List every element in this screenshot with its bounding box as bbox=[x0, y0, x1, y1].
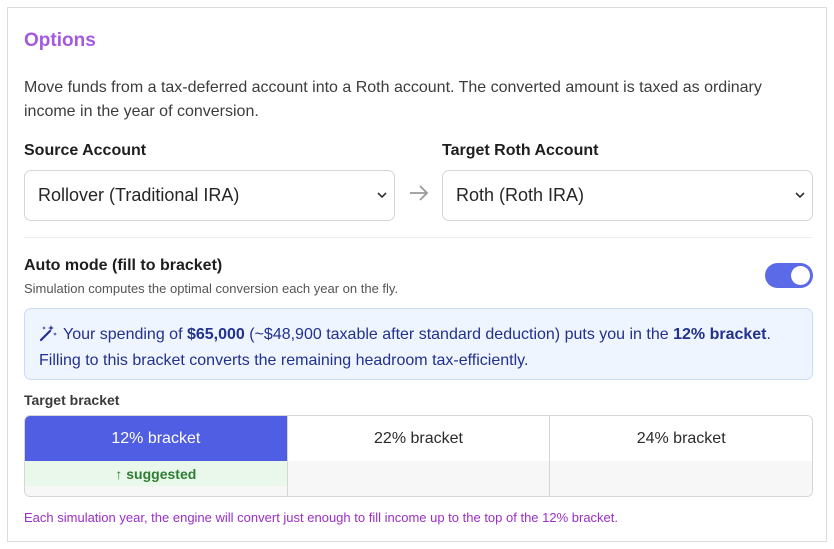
source-account-value: Rollover (Traditional IRA) bbox=[38, 185, 240, 205]
target-account-label: Target Roth Account bbox=[442, 142, 599, 159]
source-account-select[interactable]: Rollover (Traditional IRA) bbox=[24, 170, 395, 221]
chevron-down-icon bbox=[377, 192, 387, 199]
info-bracket: 12% bracket bbox=[673, 326, 767, 343]
target-bracket-label: Target bracket bbox=[24, 392, 120, 408]
bracket-info-box: Your spending of $65,000 (~$48,900 taxab… bbox=[24, 308, 813, 380]
bracket-option-label: 12% bracket bbox=[25, 416, 287, 461]
bracket-option-note bbox=[288, 461, 550, 486]
info-spending: $65,000 bbox=[186, 326, 245, 343]
target-account-select[interactable]: Roth (Roth IRA) bbox=[442, 170, 813, 221]
toggle-knob bbox=[791, 266, 810, 285]
info-prefix: Your spending of bbox=[63, 326, 187, 343]
info-middle: (~$48,900 taxable after standard deducti… bbox=[244, 326, 674, 343]
bracket-option-label: 24% bracket bbox=[550, 416, 812, 461]
magic-wand-icon bbox=[39, 325, 57, 342]
auto-mode-subtitle: Simulation computes the optimal conversi… bbox=[24, 281, 399, 296]
auto-mode-toggle[interactable] bbox=[765, 263, 813, 288]
arrow-right-icon bbox=[410, 185, 429, 201]
panel-title: Options bbox=[24, 30, 96, 51]
target-bracket-selector: 12% bracket ↑ suggested 22% bracket 24% … bbox=[24, 415, 813, 497]
auto-mode-title: Auto mode (fill to bracket) bbox=[24, 257, 223, 274]
bracket-option-label: 22% bracket bbox=[287, 416, 550, 461]
chevron-down-icon bbox=[795, 192, 805, 199]
bracket-option-note bbox=[550, 461, 812, 486]
bracket-option-24[interactable]: 24% bracket bbox=[549, 416, 812, 496]
bracket-option-12[interactable]: 12% bracket ↑ suggested bbox=[25, 416, 287, 496]
panel-description: Move funds from a tax-deferred account i… bbox=[24, 79, 762, 120]
suggested-badge: ↑ suggested bbox=[25, 461, 287, 486]
bracket-footnote: Each simulation year, the engine will co… bbox=[24, 510, 619, 525]
options-panel: Options Move funds from a tax-deferred a… bbox=[7, 7, 827, 542]
source-account-label: Source Account bbox=[24, 142, 147, 159]
bracket-option-22[interactable]: 22% bracket bbox=[286, 416, 550, 496]
divider bbox=[24, 237, 812, 238]
target-account-value: Roth (Roth IRA) bbox=[456, 185, 585, 205]
